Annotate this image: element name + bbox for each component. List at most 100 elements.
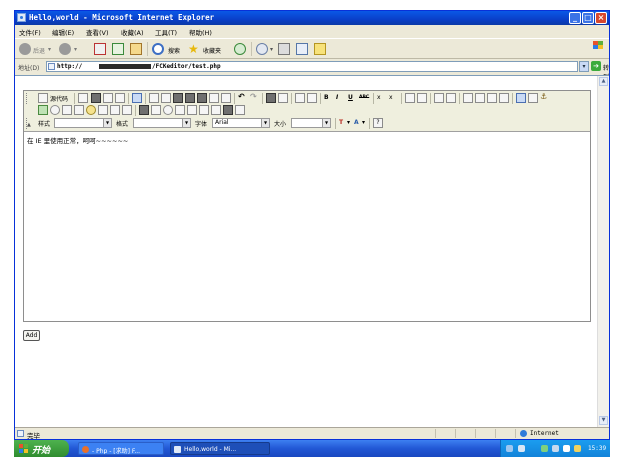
- image-icon[interactable]: [38, 105, 48, 115]
- outdent-icon[interactable]: [434, 93, 444, 103]
- preview-icon[interactable]: [115, 93, 125, 103]
- select-all-icon[interactable]: [295, 93, 305, 103]
- bold-button[interactable]: B: [324, 94, 329, 101]
- menu-edit[interactable]: 编辑(E): [52, 27, 74, 37]
- favorites-label[interactable]: 收藏夹: [203, 46, 221, 55]
- add-button[interactable]: Add: [23, 330, 40, 341]
- scroll-up-icon[interactable]: ▲: [599, 77, 608, 86]
- undo-icon[interactable]: ↶: [238, 92, 245, 101]
- vertical-scrollbar[interactable]: ▲ ▼: [597, 76, 609, 427]
- unordered-list-icon[interactable]: [417, 93, 427, 103]
- align-center-icon[interactable]: [475, 93, 485, 103]
- text-field-icon[interactable]: [175, 105, 185, 115]
- chevron-down-icon[interactable]: ▼: [103, 119, 111, 127]
- hidden-field-icon[interactable]: [235, 105, 245, 115]
- ordered-list-icon[interactable]: [405, 93, 415, 103]
- forward-arrow-icon[interactable]: [59, 43, 71, 55]
- menu-help[interactable]: 帮助(H): [189, 27, 212, 37]
- chevron-down-icon[interactable]: ▾: [270, 46, 273, 53]
- bg-color-button[interactable]: A: [354, 119, 359, 126]
- spellcheck-icon[interactable]: [221, 93, 231, 103]
- button-field-icon[interactable]: [211, 105, 221, 115]
- templates-icon[interactable]: [132, 93, 142, 103]
- keyboard-icon[interactable]: [506, 445, 513, 452]
- align-right-icon[interactable]: [487, 93, 497, 103]
- italic-button[interactable]: I: [336, 94, 338, 101]
- align-left-icon[interactable]: [463, 93, 473, 103]
- universal-key-icon[interactable]: [122, 105, 132, 115]
- text-color-button[interactable]: T: [339, 119, 343, 126]
- edit-page-icon[interactable]: [296, 43, 308, 55]
- search-label[interactable]: 搜索: [168, 46, 180, 55]
- font-select[interactable]: Arial ▼: [212, 118, 270, 128]
- unlink-icon[interactable]: [528, 93, 538, 103]
- subscript-button[interactable]: x: [377, 94, 381, 101]
- minimize-button[interactable]: _: [569, 12, 581, 24]
- network-icon[interactable]: [541, 445, 548, 452]
- stop-icon[interactable]: [94, 43, 106, 55]
- size-select[interactable]: ▼: [291, 118, 331, 128]
- chevron-down-icon[interactable]: ▾: [48, 46, 51, 53]
- search-icon[interactable]: [152, 43, 164, 55]
- taskbar-item[interactable]: Hello,world - Mi...: [170, 442, 270, 455]
- back-label[interactable]: 后退: [33, 46, 45, 55]
- history-icon[interactable]: [234, 43, 246, 55]
- select-field-icon[interactable]: [199, 105, 209, 115]
- new-page-icon[interactable]: [103, 93, 113, 103]
- favorites-star-icon[interactable]: ★: [188, 42, 199, 56]
- address-input[interactable]: http:// /FCKeditor/test.php: [46, 61, 578, 72]
- paste-word-icon[interactable]: [197, 93, 207, 103]
- back-arrow-icon[interactable]: [19, 43, 31, 55]
- cut-icon[interactable]: [149, 93, 159, 103]
- menu-file[interactable]: 文件(F): [19, 27, 41, 37]
- remove-format-icon[interactable]: [307, 93, 317, 103]
- image-button-icon[interactable]: [223, 105, 233, 115]
- menu-favorites[interactable]: 收藏(A): [121, 27, 144, 37]
- menu-tools[interactable]: 工具(T): [155, 27, 177, 37]
- doc-props-icon[interactable]: [78, 93, 88, 103]
- taskbar-item[interactable]: - Php - [求助] F...: [78, 442, 164, 455]
- editor-content[interactable]: 在 IE 里使用正常，呵呵~~~~~~: [27, 135, 128, 145]
- security-icon[interactable]: [563, 445, 570, 452]
- collapse-toolbar-icon[interactable]: ▲: [27, 122, 31, 128]
- save-icon[interactable]: [91, 93, 101, 103]
- format-select[interactable]: ▼: [133, 118, 191, 128]
- redo-icon[interactable]: ↷: [250, 92, 257, 101]
- align-justify-icon[interactable]: [499, 93, 509, 103]
- indent-icon[interactable]: [446, 93, 456, 103]
- superscript-button[interactable]: x: [389, 94, 393, 101]
- source-icon[interactable]: [38, 93, 48, 103]
- paste-icon[interactable]: [173, 93, 183, 103]
- close-button[interactable]: ×: [595, 12, 607, 24]
- go-arrow-icon[interactable]: ➔: [591, 61, 601, 71]
- horizontal-rule-icon[interactable]: [74, 105, 84, 115]
- help-icon[interactable]: [518, 445, 525, 452]
- style-select[interactable]: ▼: [54, 118, 112, 128]
- chevron-down-icon[interactable]: ▾: [347, 119, 350, 126]
- replace-icon[interactable]: [278, 93, 288, 103]
- link-icon[interactable]: [516, 93, 526, 103]
- strikethrough-button[interactable]: ABC: [359, 95, 369, 100]
- radio-icon[interactable]: [163, 105, 173, 115]
- underline-button[interactable]: U: [348, 94, 353, 101]
- table-icon[interactable]: [62, 105, 72, 115]
- anchor-icon[interactable]: ⚓: [540, 92, 547, 101]
- textarea-icon[interactable]: [187, 105, 197, 115]
- copy-icon[interactable]: [161, 93, 171, 103]
- mail-icon[interactable]: [256, 43, 268, 55]
- paste-text-icon[interactable]: [185, 93, 195, 103]
- chevron-down-icon[interactable]: ▼: [182, 119, 190, 127]
- find-icon[interactable]: [266, 93, 276, 103]
- chevron-down-icon[interactable]: ▾: [362, 119, 365, 126]
- messenger-icon[interactable]: [314, 43, 326, 55]
- start-button[interactable]: 开始: [14, 440, 69, 457]
- volume-icon[interactable]: [552, 445, 559, 452]
- checkbox-icon[interactable]: [151, 105, 161, 115]
- chevron-down-icon[interactable]: ▼: [261, 119, 269, 127]
- menu-view[interactable]: 查看(V): [86, 27, 109, 37]
- about-button[interactable]: ?: [373, 118, 383, 128]
- scroll-down-icon[interactable]: ▼: [599, 416, 608, 425]
- chevron-down-icon[interactable]: ▼: [322, 119, 330, 127]
- tray-app-icon[interactable]: [574, 445, 581, 452]
- smiley-icon[interactable]: [86, 105, 96, 115]
